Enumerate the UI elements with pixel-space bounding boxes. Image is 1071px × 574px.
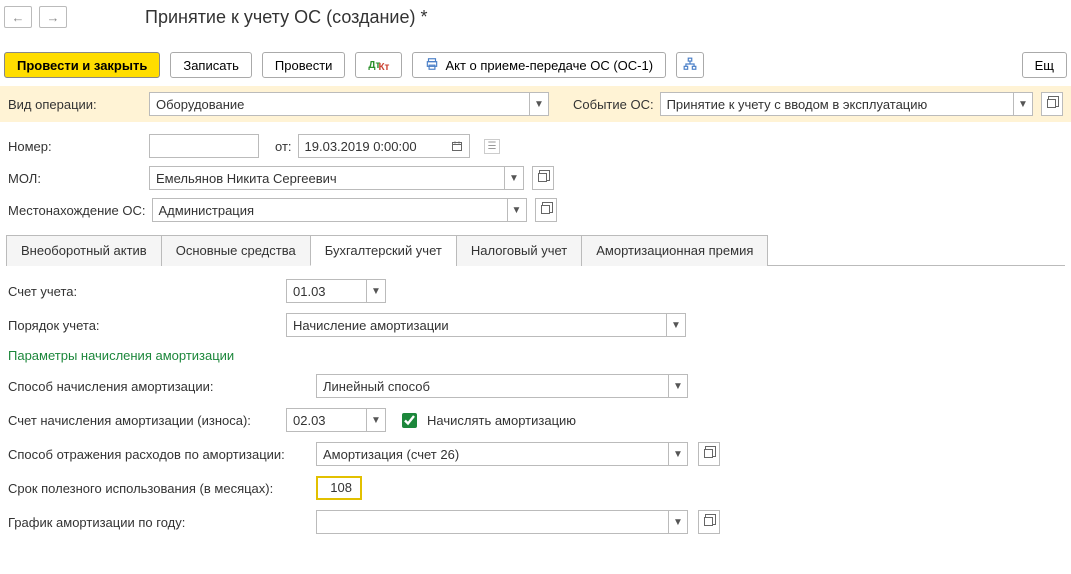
calendar-button[interactable] <box>446 134 470 158</box>
open-icon <box>541 205 551 215</box>
open-icon <box>704 517 714 527</box>
schedule-label: График амортизации по году: <box>8 515 308 530</box>
method-input[interactable]: Линейный способ <box>316 374 668 398</box>
post-and-close-button[interactable]: Провести и закрыть <box>4 52 160 78</box>
account-dropdown[interactable]: ▼ <box>366 279 386 303</box>
structure-icon <box>683 57 697 74</box>
location-dropdown[interactable]: ▼ <box>507 198 527 222</box>
calendar-icon <box>451 140 463 152</box>
expense-label: Способ отражения расходов по амортизации… <box>8 447 308 462</box>
mol-dropdown[interactable]: ▼ <box>504 166 524 190</box>
from-label: от: <box>275 139 292 154</box>
schedule-dropdown[interactable]: ▼ <box>668 510 688 534</box>
accrue-depreciation-label: Начислять амортизацию <box>427 413 576 428</box>
operation-type-input[interactable]: Оборудование <box>149 92 529 116</box>
tab-fixed-assets[interactable]: Основные средства <box>161 235 311 266</box>
nav-back-button[interactable]: ← <box>4 6 32 28</box>
number-label: Номер: <box>8 139 143 154</box>
tab-depr-bonus[interactable]: Амортизационная премия <box>581 235 768 266</box>
page-title: Принятие к учету ОС (создание) * <box>145 7 428 28</box>
mol-label: МОЛ: <box>8 171 143 186</box>
list-icon-button[interactable]: ☰ <box>484 139 501 154</box>
location-open-button[interactable] <box>535 198 557 222</box>
depr-account-dropdown[interactable]: ▼ <box>366 408 386 432</box>
tab-accounting[interactable]: Бухгалтерский учет <box>310 235 457 266</box>
expense-open-button[interactable] <box>698 442 720 466</box>
schedule-open-button[interactable] <box>698 510 720 534</box>
account-input[interactable]: 01.03 <box>286 279 366 303</box>
debit-credit-button[interactable]: ДтКт <box>355 52 402 78</box>
expense-dropdown[interactable]: ▼ <box>668 442 688 466</box>
settings-button[interactable] <box>676 52 704 78</box>
account-label: Счет учета: <box>8 284 278 299</box>
order-label: Порядок учета: <box>8 318 278 333</box>
open-icon <box>704 449 714 459</box>
operation-type-label: Вид операции: <box>8 97 143 112</box>
debit-credit-icon: ДтКт <box>368 58 389 73</box>
nav-forward-button[interactable]: → <box>39 6 67 28</box>
number-input[interactable] <box>149 134 259 158</box>
event-dropdown[interactable]: ▼ <box>1013 92 1033 116</box>
save-button[interactable]: Записать <box>170 52 252 78</box>
depr-account-label: Счет начисления амортизации (износа): <box>8 413 278 428</box>
life-label: Срок полезного использования (в месяцах)… <box>8 481 308 496</box>
depreciation-section-title: Параметры начисления амортизации <box>8 348 1063 363</box>
location-input[interactable]: Администрация <box>152 198 507 222</box>
open-icon <box>1047 99 1057 109</box>
location-label: Местонахождение ОС: <box>8 203 146 218</box>
mol-input[interactable]: Емельянов Никита Сергеевич <box>149 166 504 190</box>
tab-noncurrent-asset[interactable]: Внеоборотный актив <box>6 235 162 266</box>
post-button[interactable]: Провести <box>262 52 346 78</box>
accrue-depreciation-checkbox[interactable] <box>402 413 417 428</box>
method-dropdown[interactable]: ▼ <box>668 374 688 398</box>
order-input[interactable]: Начисление амортизации <box>286 313 666 337</box>
more-button[interactable]: Ещ <box>1022 52 1067 78</box>
printer-icon <box>425 57 439 74</box>
order-dropdown[interactable]: ▼ <box>666 313 686 337</box>
tab-tax[interactable]: Налоговый учет <box>456 235 582 266</box>
event-open-button[interactable] <box>1041 92 1063 116</box>
expense-input[interactable]: Амортизация (счет 26) <box>316 442 668 466</box>
mol-open-button[interactable] <box>532 166 554 190</box>
event-label: Событие ОС: <box>573 97 654 112</box>
method-label: Способ начисления амортизации: <box>8 379 308 394</box>
operation-type-dropdown[interactable]: ▼ <box>529 92 549 116</box>
depr-account-input[interactable]: 02.03 <box>286 408 366 432</box>
print-act-label: Акт о приеме-передаче ОС (ОС-1) <box>445 58 653 73</box>
schedule-input[interactable] <box>316 510 668 534</box>
useful-life-input[interactable]: 108 <box>316 476 362 500</box>
print-act-button[interactable]: Акт о приеме-передаче ОС (ОС-1) <box>412 52 666 78</box>
event-input[interactable]: Принятие к учету с вводом в эксплуатацию <box>660 92 1013 116</box>
date-input[interactable]: 19.03.2019 0:00:00 <box>298 134 446 158</box>
open-icon <box>538 173 548 183</box>
